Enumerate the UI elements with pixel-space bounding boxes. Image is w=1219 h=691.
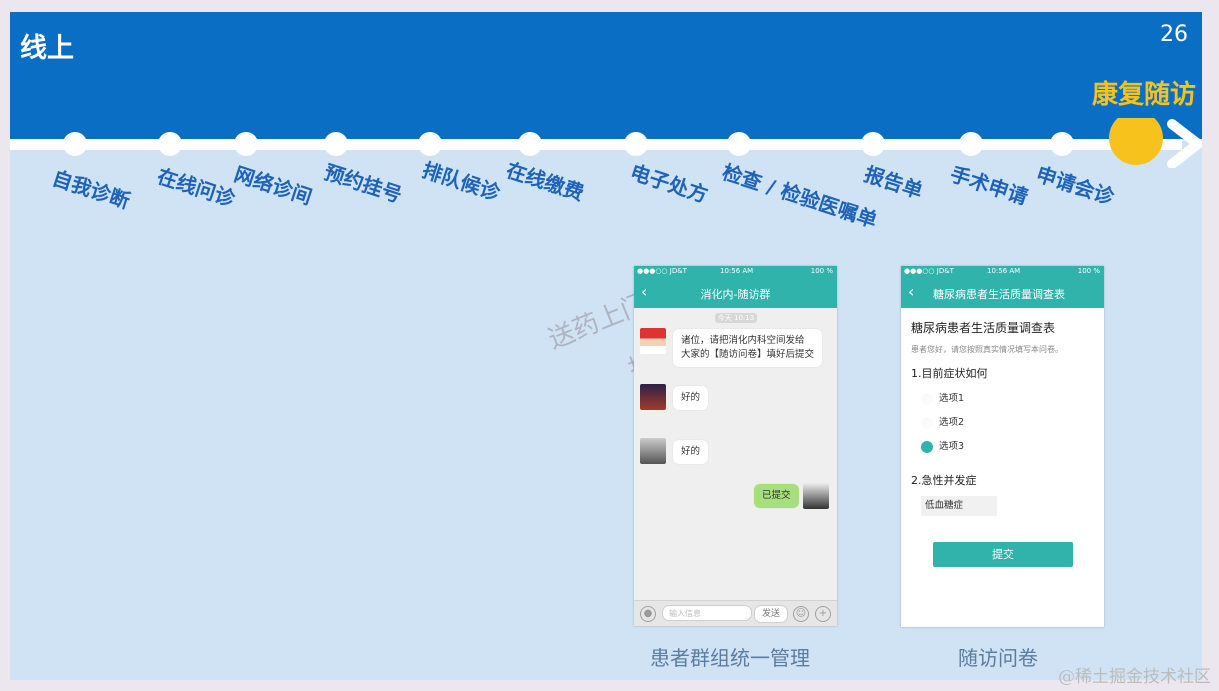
chat-input-bar: ● 输入信息 发送 ☺ + bbox=[634, 600, 837, 626]
send-button[interactable]: 发送 bbox=[754, 605, 788, 623]
battery-text: 100 % bbox=[1077, 267, 1100, 275]
chat-title: 消化内-随访群 bbox=[700, 288, 771, 301]
status-time: 10:56 AM bbox=[720, 267, 754, 275]
option-label: 选项1 bbox=[939, 393, 965, 404]
option-1[interactable]: 选项1 bbox=[921, 390, 964, 405]
stage-dot bbox=[727, 132, 751, 156]
submit-button[interactable]: 提交 bbox=[933, 542, 1073, 567]
microphone-icon[interactable]: ● bbox=[640, 606, 656, 622]
option-3[interactable]: 选项3 bbox=[921, 438, 964, 453]
question-2: 2.急性并发症 bbox=[911, 474, 977, 487]
plus-icon[interactable]: + bbox=[815, 606, 831, 622]
survey-phone-screen: ●●●○○ JD&T 10:56 AM 100 % ‹ 糖尿病患者生活质量调查表… bbox=[901, 266, 1104, 627]
status-time: 10:56 AM bbox=[987, 267, 1021, 275]
chat-bubble-line: 大家的【随访问卷】填好后提交 bbox=[681, 349, 815, 360]
timeline-line bbox=[10, 139, 1182, 150]
survey-nav-bar: ‹ 糖尿病患者生活质量调查表 bbox=[901, 278, 1104, 308]
chat-phone-screen: ●●●○○ JD&T 10:56 AM 100 % ‹ 消化内-随访群 今天 1… bbox=[634, 266, 837, 626]
current-stage-dot bbox=[1109, 118, 1163, 165]
message-input[interactable]: 输入信息 bbox=[662, 605, 752, 621]
site-watermark: @稀土掘金技术社区 bbox=[1058, 667, 1211, 687]
chat-bubble: 诸位，请把消化内科空间发给 大家的【随访问卷】填好后提交 bbox=[673, 329, 823, 367]
section-title: 线上 bbox=[20, 33, 74, 64]
status-bar: ●●●○○ JD&T 10:56 AM 100 % bbox=[901, 266, 1104, 278]
avatar[interactable] bbox=[803, 483, 829, 509]
answer-field[interactable]: 低血糖症 bbox=[921, 496, 997, 516]
option-label: 选项3 bbox=[939, 441, 965, 452]
avatar[interactable] bbox=[640, 328, 666, 354]
radio-icon[interactable] bbox=[921, 392, 933, 405]
stage-label: 自我诊断 bbox=[49, 165, 133, 214]
back-chevron-icon[interactable]: ‹ bbox=[908, 282, 914, 301]
chat-bubble-own: 已提交 bbox=[754, 484, 799, 508]
slide: 线上 26 康复随访 自我诊断 在线问诊 网络诊间 预约挂号 排队候诊 在线缴费… bbox=[10, 12, 1202, 680]
stage-dot bbox=[1050, 132, 1074, 156]
status-bar: ●●●○○ JD&T 10:56 AM 100 % bbox=[634, 266, 837, 278]
avatar[interactable] bbox=[640, 384, 666, 410]
chat-bubble-line: 诸位，请把消化内科空间发给 bbox=[681, 335, 805, 346]
page-number: 26 bbox=[1160, 22, 1188, 47]
survey-nav-title: 糖尿病患者生活质量调查表 bbox=[933, 288, 1065, 301]
radio-checked-icon[interactable] bbox=[921, 440, 933, 453]
highlight-stage-label: 康复随访 bbox=[1091, 80, 1196, 110]
stage-dot bbox=[624, 132, 648, 156]
stage-dot bbox=[418, 132, 442, 156]
battery-text: 100 % bbox=[810, 267, 833, 275]
stage-dot bbox=[518, 132, 542, 156]
chat-caption: 患者群组统一管理 bbox=[650, 646, 810, 670]
question-1: 1.目前症状如何 bbox=[911, 367, 988, 380]
emoji-icon[interactable]: ☺ bbox=[793, 606, 809, 622]
timeline-arrow bbox=[10, 118, 1202, 168]
chat-bubble: 好的 bbox=[673, 386, 709, 410]
stage-dot bbox=[959, 132, 983, 156]
stage-dot bbox=[861, 132, 885, 156]
stage-dot bbox=[324, 132, 348, 156]
time-chip: 今天 10:13 bbox=[715, 313, 757, 323]
option-2[interactable]: 选项2 bbox=[921, 414, 964, 429]
radio-icon[interactable] bbox=[921, 416, 933, 429]
stage-dot bbox=[63, 132, 87, 156]
chat-message-list[interactable]: 今天 10:13 诸位，请把消化内科空间发给 大家的【随访问卷】填好后提交 好的… bbox=[634, 308, 837, 600]
chat-bubble: 好的 bbox=[673, 440, 709, 464]
carrier-text: ●●●○○ JD&T bbox=[904, 267, 954, 275]
form-title: 糖尿病患者生活质量调查表 bbox=[911, 321, 1056, 335]
stage-dot bbox=[234, 132, 258, 156]
avatar[interactable] bbox=[640, 438, 666, 464]
stage-dot bbox=[158, 132, 182, 156]
form-hint: 患者您好，请您按照真实情况填写本问卷。 bbox=[911, 345, 1063, 354]
survey-caption: 随访问卷 bbox=[958, 646, 1038, 670]
chat-nav-bar: ‹ 消化内-随访群 bbox=[634, 278, 837, 308]
option-label: 选项2 bbox=[939, 417, 965, 428]
carrier-text: ●●●○○ JD&T bbox=[637, 267, 687, 275]
